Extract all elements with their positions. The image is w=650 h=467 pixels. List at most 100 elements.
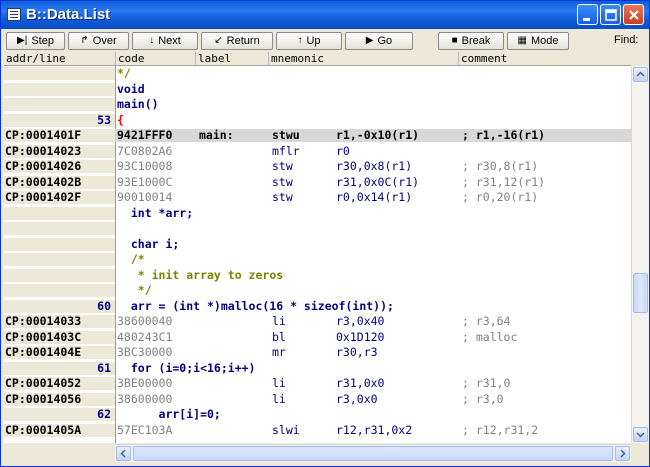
mnemonic-cell: slwi	[272, 422, 300, 437]
code-cell: 480243C1	[117, 329, 173, 344]
source-row[interactable]: main()	[4, 98, 631, 111]
up-button[interactable]: ↑ Up	[276, 32, 342, 50]
scroll-up-button[interactable]	[633, 67, 648, 82]
address-cell	[4, 67, 115, 80]
source-row[interactable]	[4, 222, 631, 235]
code-cell: 7C0802A6	[117, 143, 173, 158]
address-cell	[4, 284, 115, 297]
horizontal-scroll-thumb[interactable]	[133, 446, 613, 461]
source-text: arr[i]=0;	[117, 407, 221, 421]
source-text: */	[117, 66, 131, 80]
mnemonic-cell: li	[272, 376, 286, 390]
asm-row[interactable]: CP:0001404E 3BC30000 mr r30,r3	[4, 346, 631, 359]
header-comment[interactable]: comment	[459, 52, 631, 65]
source-text: void	[117, 81, 145, 96]
comment-cell: ; malloc	[462, 329, 518, 344]
code-cell: 38600000	[117, 391, 173, 406]
mnemonic-cell: bl	[272, 329, 286, 344]
resize-grip-icon[interactable]	[631, 444, 648, 461]
mnemonic-cell: mflr	[272, 143, 300, 158]
source-row[interactable]: * init array to zeros	[4, 268, 631, 282]
source-row[interactable]: */	[4, 284, 631, 297]
source-row[interactable]: 61 for (i=0;i<16;i++)	[4, 361, 631, 375]
address-cell: 62	[4, 408, 115, 421]
asm-row[interactable]: CP:00014033 38600040 li r3,0x40 ; r3,64	[4, 315, 631, 328]
source-row[interactable]: 60 arr = (int *)malloc(16 * sizeof(int))…	[4, 299, 631, 313]
address-cell: 60	[4, 299, 115, 313]
return-icon: ↙	[214, 35, 223, 46]
asm-row[interactable]: CP:00014056 38600000 li r3,0x0 ; r3,0	[4, 391, 631, 406]
source-text: main()	[117, 97, 159, 111]
chevron-right-icon	[620, 449, 626, 458]
close-icon	[629, 10, 639, 20]
comment-cell: ; r3,64	[462, 314, 511, 328]
scroll-down-button[interactable]	[633, 427, 648, 442]
play-icon: ▶	[365, 35, 374, 46]
source-row[interactable]: 53{	[4, 113, 631, 127]
source-row[interactable]: void	[4, 81, 631, 96]
scroll-left-button[interactable]	[116, 446, 131, 461]
comment-cell: ; r12,r31,2	[462, 422, 539, 437]
source-row[interactable]: */	[4, 67, 631, 80]
code-cell: 38600040	[117, 314, 173, 328]
operand-cell: r1,-0x10(r1)	[336, 128, 420, 142]
find-label: Find:	[614, 34, 639, 46]
source-row[interactable]: char i;	[4, 236, 631, 251]
minimize-button[interactable]	[577, 4, 598, 25]
go-button[interactable]: ▶ Go	[345, 32, 413, 50]
source-text: int *arr;	[117, 205, 194, 220]
return-button[interactable]: ↙ Return	[201, 32, 273, 50]
mnemonic-cell: stw	[272, 159, 293, 173]
asm-row[interactable]: CP:00014023 7C0802A6 mflr r0	[4, 143, 631, 158]
asm-row[interactable]: CP:0001401F 9421FFF0 main: stwu r1,-0x10(r1)…	[4, 129, 631, 142]
address-cell: 53	[4, 113, 115, 127]
asm-row[interactable]: CP:00014026 93C10008 stw r30,0x8(r1) ; r30,8…	[4, 160, 631, 173]
asm-row[interactable]: CP:00014052 3BE00000 li r31,0x0 ; r31,0	[4, 377, 631, 390]
header-label[interactable]: label	[196, 52, 269, 65]
asm-row[interactable]: CP:0001402B 93E1000C stw r31,0x0C(r1) ; r31,…	[4, 174, 631, 189]
asm-row[interactable]: CP:0001403C 480243C1 bl 0x1D120 ; malloc	[4, 329, 631, 344]
chevron-up-icon	[636, 71, 645, 77]
over-button[interactable]: ↱ Over	[68, 32, 129, 50]
source-text: /*	[117, 252, 145, 266]
step-button[interactable]: ▶| Step	[6, 32, 65, 50]
header-addr[interactable]: addr/line	[4, 52, 116, 65]
address-cell: CP:0001404E	[4, 346, 115, 359]
header-code[interactable]: code	[116, 52, 196, 65]
stop-icon: ■	[451, 35, 458, 46]
up-icon: ↑	[297, 35, 303, 46]
mnemonic-cell: stw	[272, 174, 293, 189]
mnemonic-cell: stwu	[272, 128, 300, 142]
operand-cell: r0,0x14(r1)	[336, 190, 413, 204]
title-bar[interactable]: B::Data.List	[1, 1, 649, 29]
comment-cell: ; r30,8(r1)	[462, 159, 539, 173]
source-row[interactable]: 62 arr[i]=0;	[4, 408, 631, 421]
next-button[interactable]: ↓ Next	[132, 32, 198, 50]
source-row[interactable]: /*	[4, 253, 631, 266]
break-button[interactable]: ■ Break	[438, 32, 504, 50]
operand-cell: 0x1D120	[336, 329, 385, 344]
code-cell: 57EC103A	[117, 422, 173, 437]
scroll-thumb[interactable]	[633, 273, 648, 313]
vertical-scrollbar[interactable]	[631, 66, 649, 443]
code-cell: 3BE00000	[117, 376, 173, 390]
code-listing[interactable]: */void main() 53{CP:0001401F 9421FFF0 main: s…	[4, 66, 631, 443]
horizontal-scrollbar[interactable]	[115, 444, 631, 462]
operand-cell: r30,r3	[336, 345, 378, 359]
close-button[interactable]	[623, 4, 644, 25]
mnemonic-cell: li	[272, 314, 286, 328]
asm-row[interactable]: CP:0001402F 90010014 stw r0,0x14(r1) ; r0,20…	[4, 191, 631, 204]
source-row[interactable]: int *arr;	[4, 205, 631, 220]
address-cell: CP:0001405A	[4, 423, 115, 437]
address-cell: CP:0001401F	[4, 129, 115, 142]
asm-row[interactable]: CP:0001405A 57EC103A slwi r12,r31,0x2 ; r12,…	[4, 422, 631, 437]
comment-cell: ; r31,12(r1)	[462, 174, 546, 189]
toolbar: ▶| Step ↱ Over ↓ Next ↙ Return ↑ Up ▶ Go ■ Brea…	[4, 30, 648, 52]
source-text: char i;	[117, 236, 180, 251]
mode-button[interactable]: ▦ Mode	[507, 32, 569, 50]
scroll-right-button[interactable]	[615, 446, 630, 461]
header-mnemonic[interactable]: mnemonic	[269, 52, 459, 65]
maximize-button[interactable]	[600, 4, 621, 25]
data-list-window: B::Data.List ▶| Step ↱ Over ↓ Next ↙ Return …	[0, 0, 650, 467]
address-cell	[4, 98, 115, 111]
